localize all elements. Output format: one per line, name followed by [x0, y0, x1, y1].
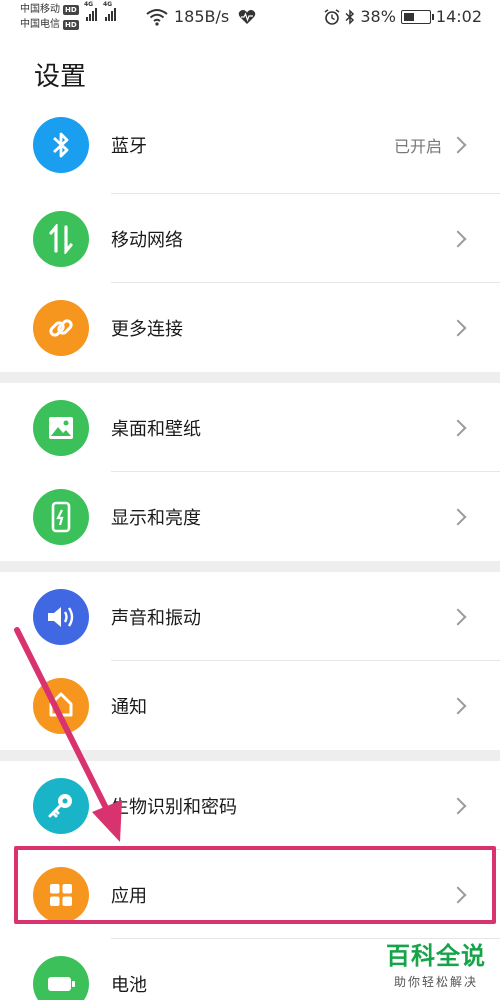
watermark-logo: 百科全说 助你轻松解决: [386, 936, 486, 990]
annotation-arrow: [14, 627, 122, 842]
watermark-subtitle: 助你轻松解决: [393, 975, 478, 989]
watermark-title: 百科全说: [386, 942, 486, 970]
